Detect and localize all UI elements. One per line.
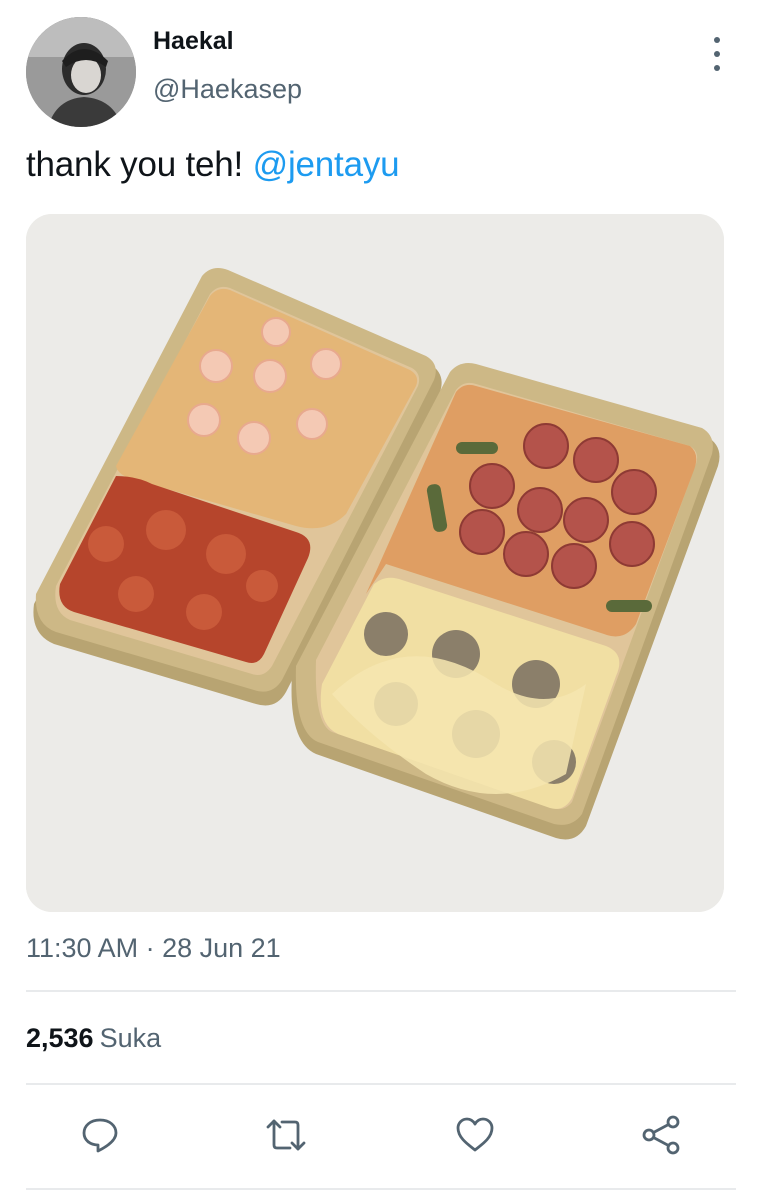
retweet-button[interactable] [259,1108,313,1162]
reply-button[interactable] [73,1108,127,1162]
tweet-body: thank you teh! [26,145,253,184]
share-icon [642,1115,680,1155]
tweet-text: thank you teh! @jentayu [26,145,400,185]
reply-icon [82,1118,118,1153]
likes-stat[interactable]: 2,536 Suka [26,1023,161,1054]
tweet-timestamp[interactable]: 11:30 AM · 28 Jun 21 [26,933,281,964]
share-button[interactable] [634,1108,688,1162]
mention-link[interactable]: @jentayu [253,145,400,184]
user-handle[interactable]: @Haekasep [153,74,302,105]
more-options-icon[interactable] [704,37,730,71]
divider [26,1188,736,1190]
avatar-photo [26,17,136,127]
like-icon [456,1117,494,1152]
avatar[interactable] [26,17,136,127]
divider [26,1083,736,1085]
retweet-icon [266,1119,306,1151]
like-count: 2,536 [26,1023,94,1053]
display-name[interactable]: Haekal [153,27,234,56]
like-button[interactable] [448,1108,502,1162]
like-label: Suka [99,1023,162,1053]
tweet-media-image[interactable] [26,214,724,912]
divider [26,990,736,992]
